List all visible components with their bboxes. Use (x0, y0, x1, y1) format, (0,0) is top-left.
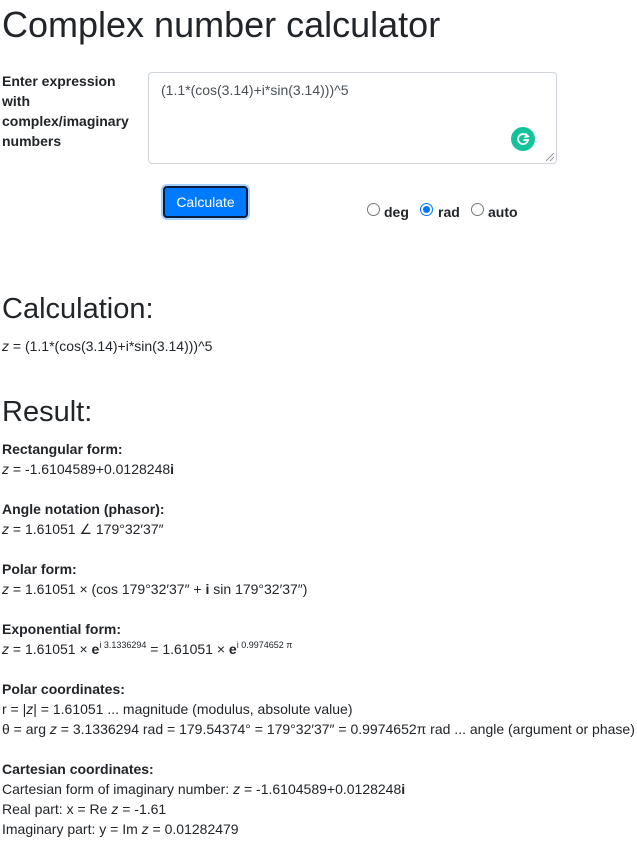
result-heading: Result: (2, 396, 93, 428)
exponential-form-value: z = 1.61051 × ei 3.1336294 = 1.61051 × e… (2, 640, 293, 658)
rectangular-form-value: z = -1.6104589+0.0128248i (2, 461, 175, 477)
cartesian-form-line: Cartesian form of imaginary number: z = … (2, 781, 406, 797)
phasor-value: z = 1.61051 ∠ 179°32′37″ (2, 521, 164, 537)
rad-radio[interactable] (420, 203, 433, 216)
deg-label[interactable]: deg (384, 204, 409, 220)
real-part-line: Real part: x = Re z = -1.61 (2, 801, 167, 817)
auto-radio[interactable] (471, 203, 484, 216)
cartesian-title: Cartesian coordinates: (2, 761, 154, 777)
grammarly-icon[interactable] (511, 127, 535, 151)
polar-coordinates-title: Polar coordinates: (2, 681, 125, 697)
magnitude-line: r = |z| = 1.61051 ... magnitude (modulus… (2, 701, 353, 717)
rectangular-form-title: Rectangular form: (2, 441, 123, 457)
polar-form-title: Polar form: (2, 561, 77, 577)
angle-line: θ = arg z = 3.1336294 rad = 179.54374° =… (2, 721, 635, 737)
exponential-form-title: Exponential form: (2, 621, 122, 637)
expression-label: Enter expression with complex/imaginary … (2, 73, 129, 149)
calculate-button[interactable]: Calculate (163, 186, 248, 218)
resize-handle-icon[interactable] (546, 153, 554, 161)
polar-form-value: z = 1.61051 × (cos 179°32′37″ + i sin 17… (2, 581, 308, 597)
deg-radio[interactable] (367, 203, 380, 216)
phasor-title: Angle notation (phasor): (2, 501, 165, 517)
calculation-heading: Calculation: (2, 293, 154, 325)
expression-value[interactable]: (1.1*(cos(3.14)+i*sin(3.14)))^5 (161, 81, 348, 99)
calculation-expression: z = (1.1*(cos(3.14)+i*sin(3.14)))^5 (2, 338, 213, 354)
rad-label[interactable]: rad (438, 204, 460, 220)
page-title: Complex number calculator (2, 4, 441, 45)
auto-label[interactable]: auto (488, 204, 518, 220)
expression-input[interactable]: (1.1*(cos(3.14)+i*sin(3.14)))^5 (148, 72, 557, 164)
imaginary-part-line: Imaginary part: y = Im z = 0.01282479 (2, 821, 239, 837)
